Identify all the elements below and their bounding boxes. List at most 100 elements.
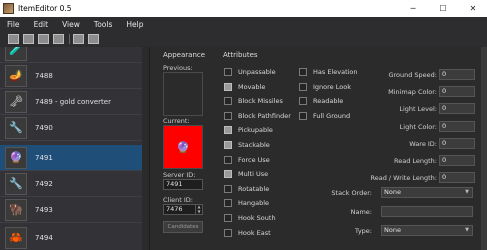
checkbox-row[interactable]: Force Use — [224, 155, 270, 164]
new-file-icon[interactable] — [8, 33, 19, 44]
list-item[interactable]: 🔧 7490 — [0, 115, 149, 141]
numeric-field[interactable]: 0 — [439, 155, 475, 166]
compare-icon[interactable] — [73, 33, 84, 44]
toolbar — [0, 31, 487, 46]
checkbox-row[interactable]: Block Missiles — [224, 97, 283, 106]
checkbox[interactable] — [224, 82, 232, 91]
close-button[interactable]: ✕ — [458, 0, 487, 17]
checkbox[interactable] — [299, 97, 307, 106]
checkbox[interactable] — [224, 214, 232, 222]
previous-label: Previous: — [163, 64, 193, 72]
stack-order-value: None — [384, 188, 401, 196]
chevron-down-icon: ▼ — [465, 189, 469, 195]
numeric-field[interactable]: 0 — [439, 69, 475, 80]
checkbox-row[interactable]: Rotatable — [224, 184, 270, 193]
menu-tools[interactable]: Tools — [87, 20, 119, 29]
checkbox[interactable] — [224, 97, 232, 106]
checkbox[interactable] — [299, 111, 307, 120]
item-sprite-icon: 🔮 — [5, 146, 27, 169]
open-file-icon[interactable] — [23, 33, 34, 44]
item-sprite-icon: 🪔 — [5, 64, 27, 87]
numeric-field[interactable]: 0 — [439, 172, 475, 184]
checkbox[interactable] — [299, 68, 307, 76]
field-label: Light Color: — [399, 122, 437, 131]
reload-icon[interactable] — [88, 33, 99, 44]
menu-help[interactable]: Help — [119, 20, 150, 29]
checkbox-label: Hook East — [238, 228, 271, 237]
window-edge — [481, 47, 487, 250]
item-sprite-icon: 🔧 — [5, 116, 27, 139]
current-sprite-preview: 🔮 — [163, 125, 203, 169]
menu-view[interactable]: View — [55, 20, 87, 29]
checkbox-row[interactable]: Hook East — [224, 228, 271, 237]
menu-edit[interactable]: Edit — [27, 20, 56, 29]
checkbox-row[interactable]: Unpassable — [224, 68, 276, 76]
server-id-field[interactable]: 7491 — [163, 179, 203, 190]
checkbox-label: Rotatable — [238, 184, 270, 193]
maximize-button[interactable]: ☐ — [428, 0, 458, 17]
checkbox[interactable] — [224, 199, 232, 208]
checkbox[interactable] — [224, 170, 232, 179]
checkbox-label: Multi Use — [238, 170, 269, 179]
type-label: Type: — [354, 227, 372, 235]
checkbox-row[interactable]: Stackable — [224, 141, 270, 149]
spin-arrows-icon[interactable]: ▲ ▼ — [195, 204, 202, 214]
checkbox-label: Ignore Look — [313, 82, 351, 91]
field-label: Read Length: — [393, 157, 437, 165]
checkbox-label: Readable — [313, 97, 344, 106]
numeric-field[interactable]: 0 — [439, 86, 475, 98]
numeric-field[interactable]: 0 — [439, 103, 475, 115]
current-label: Current: — [163, 117, 190, 125]
list-item-selected[interactable]: 🔮 7491 — [0, 145, 149, 171]
list-item[interactable]: 🦬 7493 — [0, 197, 149, 223]
item-sprite-icon: 🧪 — [5, 47, 27, 61]
checkbox[interactable] — [224, 228, 232, 237]
minimize-button[interactable]: ─ — [398, 0, 428, 17]
checkbox-label: Pickupable — [238, 126, 273, 135]
checkbox[interactable] — [224, 141, 232, 149]
name-field[interactable] — [381, 206, 473, 217]
checkbox-row[interactable]: Movable — [224, 82, 266, 91]
checkbox-row[interactable]: Multi Use — [224, 170, 269, 179]
list-scrollbar[interactable] — [142, 47, 149, 250]
checkbox[interactable] — [224, 126, 232, 135]
checkbox-row[interactable]: Hangable — [224, 199, 269, 208]
checkbox-label: Movable — [238, 82, 266, 91]
client-id-stepper[interactable]: 7476 ▲ ▼ — [163, 204, 203, 215]
menu-file[interactable]: File — [0, 20, 27, 29]
checkbox-row[interactable]: Has Elevation — [299, 68, 358, 76]
save-icon[interactable] — [38, 33, 49, 44]
item-sprite-icon: 🔧 — [5, 172, 27, 195]
server-id-label: Server ID: — [163, 171, 196, 179]
checkbox[interactable] — [224, 155, 232, 164]
list-item-label: 7488 — [35, 71, 53, 80]
list-item[interactable]: 🧪 — [0, 47, 149, 63]
save-as-icon[interactable] — [53, 33, 64, 44]
checkbox[interactable] — [299, 82, 307, 91]
checkbox[interactable] — [224, 184, 232, 193]
checkbox-row[interactable]: Block Pathfinder — [224, 111, 291, 120]
checkbox-row[interactable]: Full Ground — [299, 111, 350, 120]
numeric-field[interactable]: 0 — [439, 120, 475, 132]
checkbox[interactable] — [224, 111, 232, 120]
checkbox-row[interactable]: Readable — [299, 97, 344, 106]
field-label: Read / Write Length: — [370, 174, 438, 183]
candidates-button[interactable]: Candidates — [163, 221, 203, 233]
list-item-label: 7494 — [35, 233, 53, 242]
checkbox-label: Block Missiles — [238, 97, 283, 106]
list-item[interactable]: 🦀 7494 — [0, 225, 149, 250]
list-item[interactable]: 🗝 7489 - gold converter — [0, 89, 149, 115]
numeric-field[interactable]: 0 — [439, 137, 475, 149]
checkbox-label: Hook South — [238, 214, 276, 222]
stack-order-select[interactable]: None ▼ — [381, 187, 473, 198]
item-list[interactable]: 🧪 🪔 7488 🗝 7489 - gold converter 🔧 7490 … — [0, 47, 150, 250]
list-item[interactable]: 🔧 7492 — [0, 171, 149, 197]
checkbox-row[interactable]: Hook South — [224, 214, 276, 222]
checkbox-row[interactable]: Pickupable — [224, 126, 273, 135]
title-bar: ItemEditor 0.5 ─ ☐ ✕ — [0, 0, 487, 17]
type-select[interactable]: None ▼ — [381, 225, 473, 236]
checkbox[interactable] — [224, 68, 232, 76]
checkbox-row[interactable]: Ignore Look — [299, 82, 351, 91]
list-item-label: 7492 — [35, 179, 53, 188]
list-item[interactable]: 🪔 7488 — [0, 63, 149, 89]
